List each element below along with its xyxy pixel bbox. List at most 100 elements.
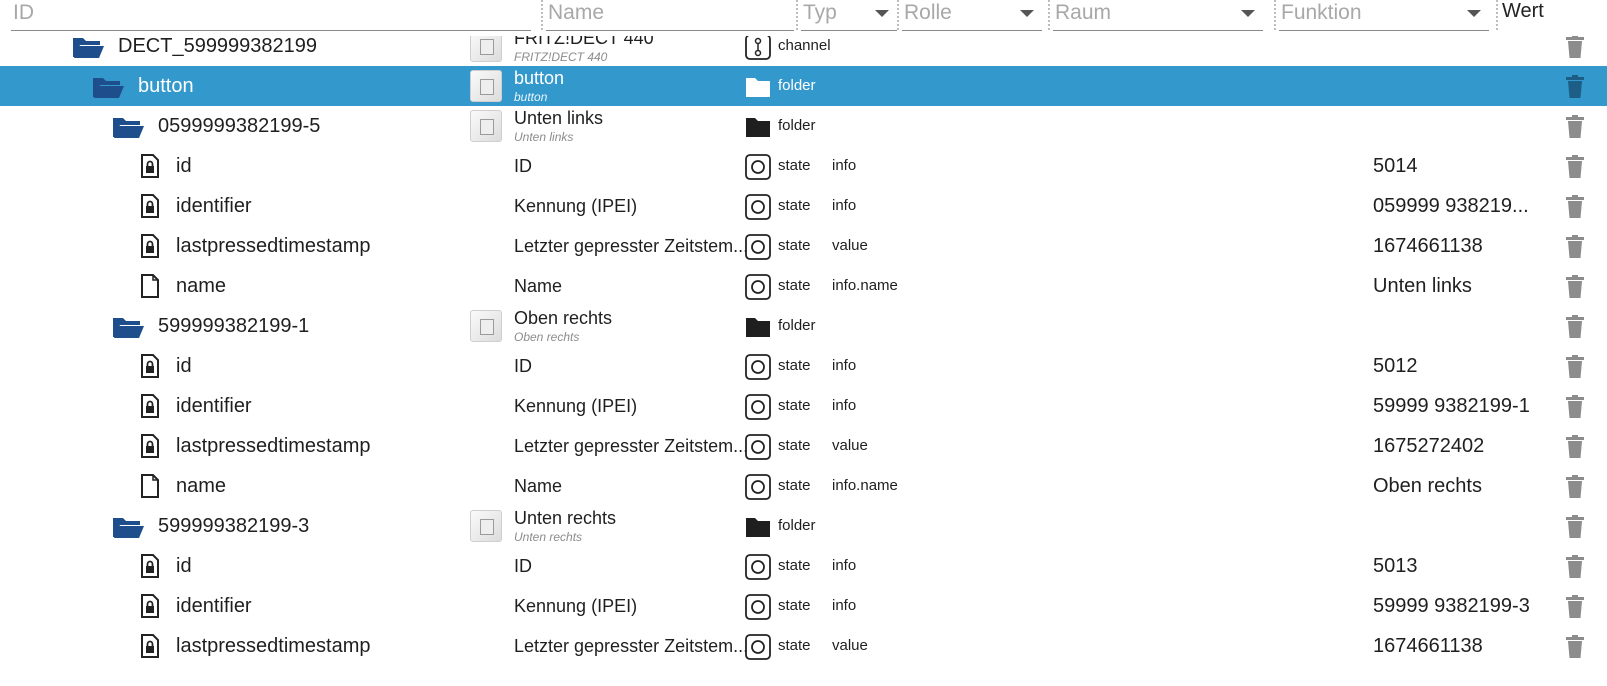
object-name: Unten links bbox=[514, 108, 604, 128]
column-divider[interactable] bbox=[541, 0, 543, 30]
fritz-dect-icon bbox=[470, 70, 502, 102]
typ-filter-placeholder: Typ bbox=[803, 1, 837, 24]
circle-square-icon bbox=[745, 274, 771, 305]
trash-icon[interactable] bbox=[1565, 75, 1585, 104]
trash-icon[interactable] bbox=[1565, 515, 1585, 544]
trash-icon[interactable] bbox=[1565, 355, 1585, 384]
name-filter-placeholder: Name bbox=[548, 1, 605, 24]
tree-row[interactable]: name Name state info.name Oben rechts bbox=[0, 466, 1607, 506]
object-id: id bbox=[176, 355, 192, 377]
tree-row[interactable]: lastpressedtimestamp Letzter gepresster Z… bbox=[0, 626, 1607, 666]
folder-open-icon[interactable] bbox=[112, 515, 144, 544]
tree-row[interactable]: identifier Kennung (IPEI) state info 059999 … bbox=[0, 186, 1607, 226]
object-name: ID bbox=[514, 556, 532, 576]
tree-row[interactable]: 599999382199-3 Unten rechts Unten rechts fo… bbox=[0, 506, 1607, 546]
object-id: id bbox=[176, 555, 192, 577]
object-type: state bbox=[778, 437, 811, 454]
trash-icon[interactable] bbox=[1565, 235, 1585, 264]
object-role: info bbox=[832, 197, 857, 214]
trash-icon[interactable] bbox=[1565, 195, 1585, 224]
object-value[interactable]: Oben rechts bbox=[1373, 466, 1482, 506]
circle-square-icon bbox=[745, 394, 771, 425]
trash-icon[interactable] bbox=[1565, 635, 1585, 664]
locked-file-icon[interactable] bbox=[140, 434, 160, 463]
trash-icon[interactable] bbox=[1565, 115, 1585, 144]
object-value[interactable]: 5014 bbox=[1373, 146, 1418, 186]
object-name: Kennung (IPEI) bbox=[514, 196, 638, 216]
object-value[interactable]: 1675272402 bbox=[1373, 426, 1484, 466]
locked-file-icon[interactable] bbox=[140, 194, 160, 223]
name-filter-input[interactable]: Name bbox=[546, 0, 794, 31]
object-name: Oben rechts bbox=[514, 308, 613, 328]
tree-row[interactable]: lastpressedtimestamp Letzter gepresster Z… bbox=[0, 226, 1607, 266]
trash-icon[interactable] bbox=[1565, 35, 1585, 64]
rolle-filter-select[interactable]: Rolle bbox=[902, 0, 1042, 31]
locked-file-icon[interactable] bbox=[140, 154, 160, 183]
file-icon[interactable] bbox=[140, 474, 160, 503]
tree-row[interactable]: id ID state info 5013 bbox=[0, 546, 1607, 586]
tree-row[interactable]: id ID state info 5014 bbox=[0, 146, 1607, 186]
locked-file-icon[interactable] bbox=[140, 394, 160, 423]
folder-open-icon[interactable] bbox=[92, 75, 124, 104]
folder-icon bbox=[745, 516, 771, 543]
trash-icon[interactable] bbox=[1565, 275, 1585, 304]
tree-row[interactable]: identifier Kennung (IPEI) state info 59999 9… bbox=[0, 586, 1607, 626]
typ-filter-select[interactable]: Typ bbox=[801, 0, 897, 31]
column-divider[interactable] bbox=[1048, 0, 1050, 30]
locked-file-icon[interactable] bbox=[140, 234, 160, 263]
object-value[interactable]: 5012 bbox=[1373, 346, 1418, 386]
trash-icon[interactable] bbox=[1565, 595, 1585, 624]
object-type: folder bbox=[778, 117, 816, 134]
folder-open-icon[interactable] bbox=[112, 115, 144, 144]
column-divider[interactable] bbox=[897, 0, 899, 30]
locked-file-icon[interactable] bbox=[140, 634, 160, 663]
tree-row[interactable]: lastpressedtimestamp Letzter gepresster Z… bbox=[0, 426, 1607, 466]
object-name-sub: Oben rechts bbox=[514, 330, 580, 344]
raum-filter-select[interactable]: Raum bbox=[1053, 0, 1263, 31]
trash-icon[interactable] bbox=[1565, 475, 1585, 504]
object-value[interactable]: 1674661138 bbox=[1373, 226, 1483, 266]
trash-icon[interactable] bbox=[1565, 395, 1585, 424]
object-value[interactable]: 5013 bbox=[1373, 546, 1418, 586]
trash-icon[interactable] bbox=[1565, 555, 1585, 584]
object-role: info bbox=[832, 557, 857, 574]
locked-file-icon[interactable] bbox=[140, 594, 160, 623]
folder-open-icon[interactable] bbox=[72, 35, 104, 64]
column-divider[interactable] bbox=[796, 0, 798, 30]
trash-icon[interactable] bbox=[1565, 435, 1585, 464]
id-filter-input[interactable]: ID bbox=[11, 0, 531, 31]
raum-filter-placeholder: Raum bbox=[1055, 1, 1112, 24]
tree-row[interactable]: 0599999382199-5 Unten links Unten links fol… bbox=[0, 106, 1607, 146]
column-divider[interactable] bbox=[1496, 0, 1498, 30]
funktion-filter-select[interactable]: Funktion bbox=[1279, 0, 1489, 31]
tree-row[interactable]: name Name state info.name Unten links bbox=[0, 266, 1607, 306]
tree-row[interactable]: identifier Kennung (IPEI) state info 59999 9… bbox=[0, 386, 1607, 426]
locked-file-icon[interactable] bbox=[140, 354, 160, 383]
object-role: info bbox=[832, 397, 857, 414]
trash-icon[interactable] bbox=[1565, 315, 1585, 344]
object-value[interactable]: 1674661138 bbox=[1373, 626, 1483, 666]
object-type: state bbox=[778, 597, 811, 614]
object-value[interactable]: Unten links bbox=[1373, 266, 1472, 306]
tree-row[interactable]: button button button folder bbox=[0, 66, 1607, 106]
trash-icon[interactable] bbox=[1565, 155, 1585, 184]
tree-row[interactable]: 599999382199-1 Oben rechts Oben rechts fold… bbox=[0, 306, 1607, 346]
object-id: 0599999382199-5 bbox=[158, 115, 321, 137]
object-value[interactable]: 059999 938219... bbox=[1373, 186, 1529, 226]
file-icon[interactable] bbox=[140, 274, 160, 303]
object-id: name bbox=[176, 275, 227, 297]
object-value[interactable]: 59999 9382199-3 bbox=[1373, 586, 1530, 626]
locked-file-icon[interactable] bbox=[140, 554, 160, 583]
object-name-sub: button bbox=[514, 90, 548, 104]
object-value[interactable]: 59999 9382199-1 bbox=[1373, 386, 1530, 426]
column-divider[interactable] bbox=[1274, 0, 1276, 30]
fritz-dect-icon bbox=[470, 110, 502, 142]
tree-row[interactable]: id ID state info 5012 bbox=[0, 346, 1607, 386]
circle-square-icon bbox=[745, 554, 771, 585]
folder-open-icon[interactable] bbox=[112, 315, 144, 344]
object-type: state bbox=[778, 397, 811, 414]
chevron-down-icon bbox=[1020, 10, 1034, 17]
channel-icon bbox=[745, 34, 771, 65]
object-id: button bbox=[138, 75, 194, 97]
object-id: 599999382199-1 bbox=[158, 315, 310, 337]
